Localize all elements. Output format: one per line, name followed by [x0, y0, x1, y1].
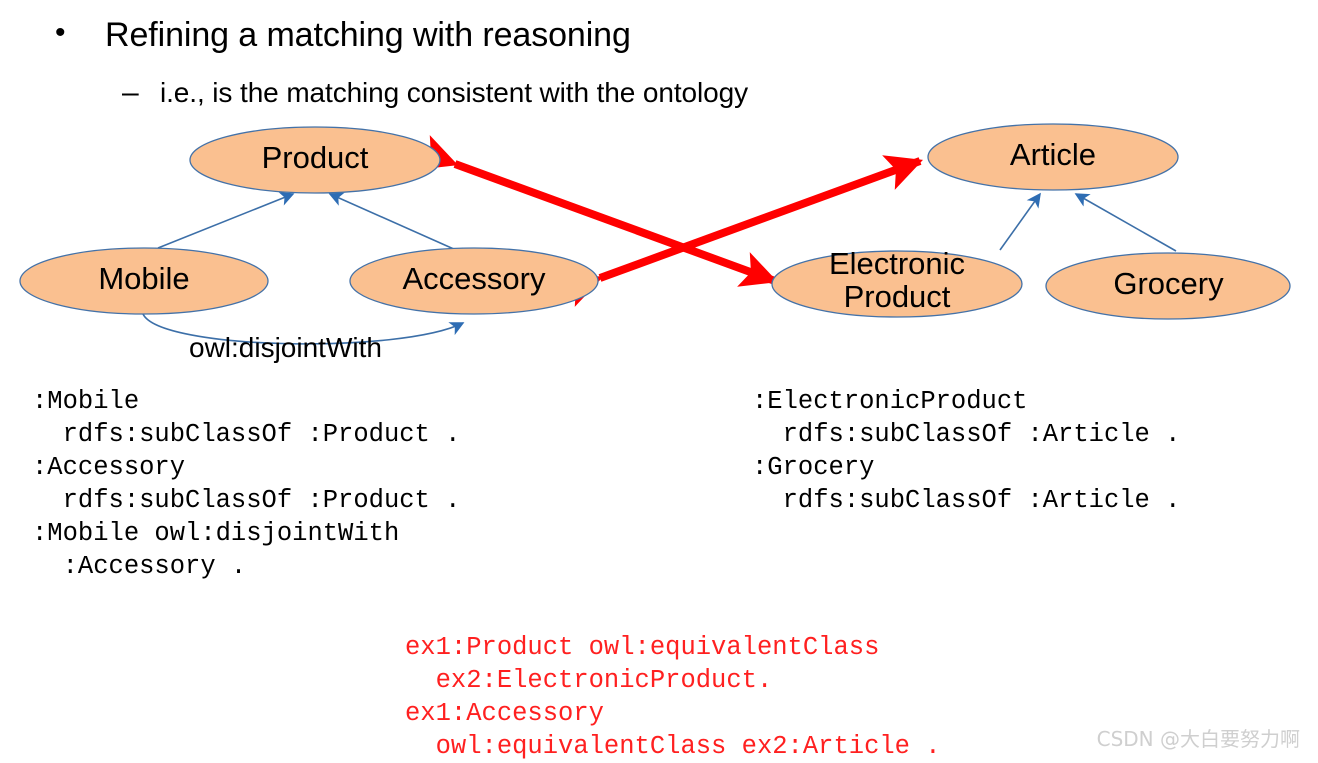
subclass-edge-grocery-article — [1074, 193, 1177, 252]
csdn-watermark: CSDN @大白要努力啊 — [1096, 727, 1300, 751]
ontology-matching-diagram: Product Mobile Accessory Article Electro… — [0, 118, 1318, 380]
bullet-level-1: • Refining a matching with reasoning — [55, 16, 631, 55]
subclass-edge-mobile-product — [157, 192, 295, 249]
node-electronic-product[interactable] — [771, 250, 1023, 318]
bullet-level-2: – i.e., is the matching consistent with … — [122, 77, 748, 109]
bullet-marker-icon: • — [55, 16, 66, 49]
ontology-nodes — [19, 123, 1291, 320]
node-mobile[interactable] — [19, 247, 269, 315]
right-ontology-code: :ElectronicProduct rdfs:subClassOf :Arti… — [752, 387, 1181, 515]
dash-marker-icon: – — [122, 76, 139, 109]
node-article[interactable] — [927, 123, 1179, 191]
mapping-code: ex1:Product owl:equivalentClass ex2:Elec… — [405, 633, 941, 761]
node-product[interactable] — [189, 126, 441, 194]
slide-title: Refining a matching with reasoning — [105, 16, 631, 54]
slide-subtitle: i.e., is the matching consistent with th… — [160, 77, 748, 108]
subclass-edge-electronicproduct-article — [999, 192, 1041, 251]
edge-label-disjoint-with: owl:disjointWith — [189, 332, 382, 363]
node-accessory[interactable] — [349, 247, 599, 315]
subclass-edge-accessory-product — [328, 192, 457, 251]
left-ontology-code: :Mobile rdfs:subClassOf :Product . :Acce… — [32, 387, 461, 581]
node-grocery[interactable] — [1045, 252, 1291, 320]
